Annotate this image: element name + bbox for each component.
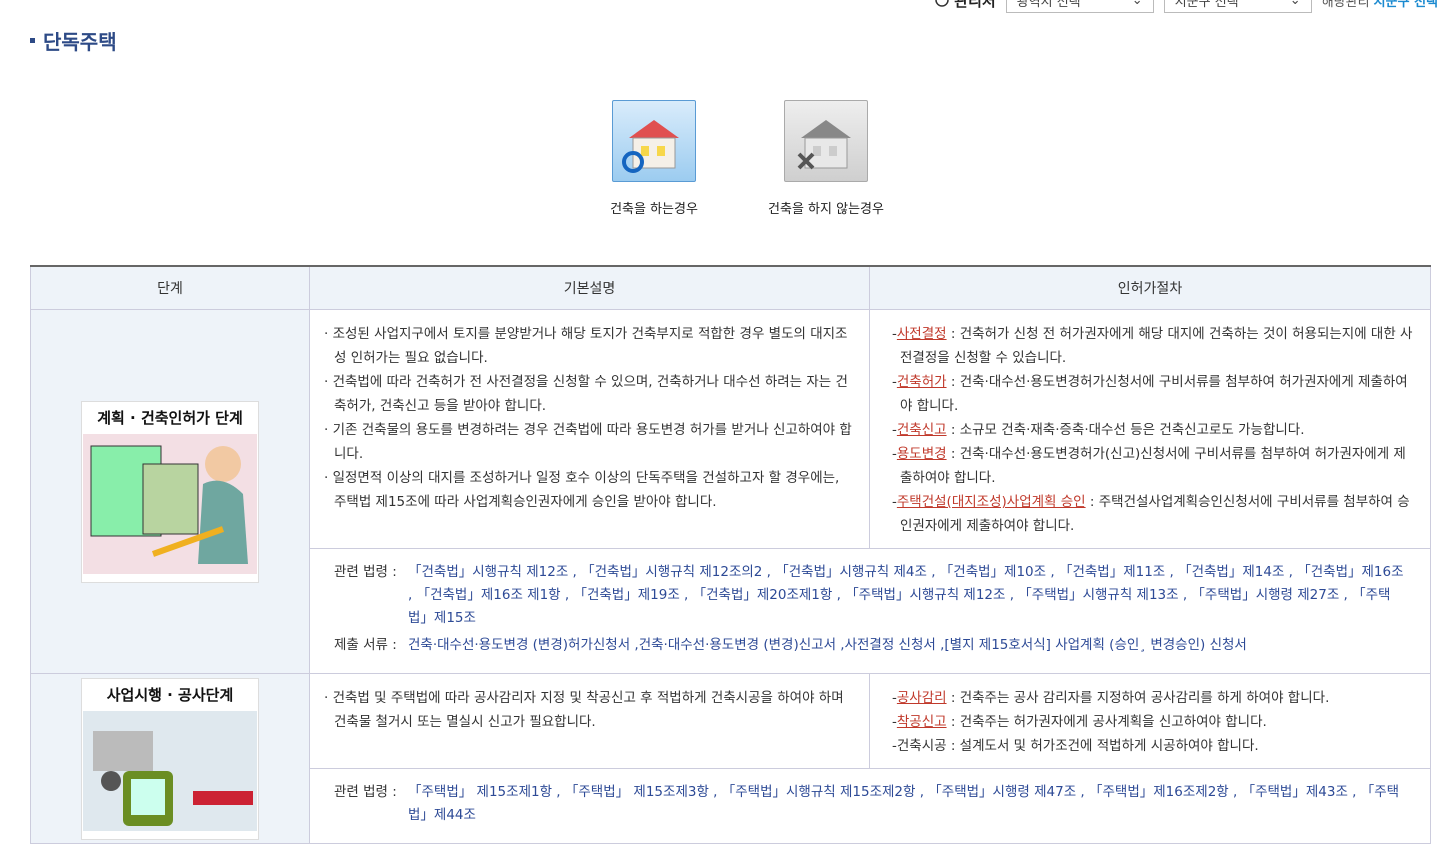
stage-illustration: 사업시행 · 공사단계 [81,677,259,840]
description-cell: · 건축법 및 주택법에 따라 공사감리자 지정 및 착공신고 후 적법하게 건… [309,673,870,769]
procedure-link[interactable]: 사전결정 [897,326,947,342]
stage-caption: 사업시행 · 공사단계 [82,678,258,711]
docs-links[interactable]: 건축·대수선·용도변경 (변경)허가신청서 ,건축·대수선·용도변경 (변경)신… [408,634,1406,657]
related-laws: 관련 법령 : 「주택법」 제15조제1항 , 「주택법」 제15조제3항 , … [334,781,1406,827]
phone-icon [935,0,950,7]
procedure-link[interactable]: 용도변경 [897,446,947,462]
title-bullet [30,38,35,43]
chevron-down-icon: ⌄ [1289,0,1301,8]
stage-cell: 사업시행 · 공사단계 [30,673,310,844]
case-no-build-button[interactable]: 건축을 하지 않는경우 [762,100,890,217]
region-filter-bar: 관리처 광역시 선택 ⌄ 시군구 선택 ⌄ 해당관리 시군구 선택 [934,0,1438,14]
laws-label: 관련 법령 : [334,564,397,580]
header-description: 기본설명 [309,265,870,310]
desc-item: · 건축법 및 주택법에 따라 공사감리자 지정 및 착공신고 후 적법하게 건… [324,690,844,730]
sigungu-select-value: 시군구 선택 [1174,0,1239,10]
procedure-item: -공사감리 : 건축주는 공사 감리자를 지정하여 공사감리를 하게 하여야 합… [892,690,1330,706]
region-label-text: 관리처 [954,0,996,10]
procedure-item: -용도변경 : 건축·대수선·용도변경허가(신고)신청서에 구비서류를 첨부하여… [892,446,1406,486]
stage-caption: 계획 · 건축인허가 단계 [82,401,258,434]
procedure-item: -사전결정 : 건축허가 신청 전 허가권자에게 해당 대지에 건축하는 것이 … [892,326,1413,366]
house-cancel-icon [784,100,868,182]
sido-select[interactable]: 광역시 선택 ⌄ [1005,0,1154,13]
stage-illustration: 계획 · 건축인허가 단계 [81,400,259,583]
case-build-label: 건축을 하는경우 [610,202,698,217]
laws-links[interactable]: 「건축법」시행규칙 제12조 , 「건축법」시행규칙 제12조의2 , 「건축법… [408,561,1406,630]
desc-item: · 조성된 사업지구에서 토지를 분양받거나 해당 토지가 건축부지로 적합한 … [324,326,848,366]
procedure-cell: -사전결정 : 건축허가 신청 전 허가권자에게 해당 대지에 건축하는 것이 … [869,309,1431,549]
law-cell: 관련 법령 : 「건축법」시행규칙 제12조 , 「건축법」시행규칙 제12조의… [309,548,1431,674]
chevron-down-icon: ⌄ [1131,0,1143,8]
procedure-item: -건축허가 : 건축·대수선·용도변경허가신청서에 구비서류를 첨부하여 허가권… [892,374,1408,414]
table-row: 사업시행 · 공사단계 · 건축법 및 주택법에 따라 공사감리자 지정 및 착… [30,673,1431,844]
procedure-item: -건축시공 : 설계도서 및 허가조건에 적법하게 시공하여야 합니다. [892,738,1259,754]
laws-label: 관련 법령 : [334,784,397,800]
case-build-button[interactable]: 건축을 하는경우 [590,100,718,217]
procedure-link[interactable]: 건축신고 [897,422,947,438]
procedure-link[interactable]: 주택건설(대지조성)사업계획 승인 [897,494,1086,510]
sigungu-select[interactable]: 시군구 선택 ⌄ [1163,0,1312,13]
construction-illustration-icon [83,710,257,831]
table-row: 계획 · 건축인허가 단계 · 조성된 사업지구에서 토지를 분양받거나 해당 … [30,309,1431,674]
description-cell: · 조성된 사업지구에서 토지를 분양받거나 해당 토지가 건축부지로 적합한 … [309,309,870,549]
procedure-link[interactable]: 건축허가 [897,374,947,390]
table-header-row: 단계 기본설명 인허가절차 [30,265,1431,310]
planning-illustration-icon [83,433,257,574]
page-title-text: 단독주택 [43,30,117,54]
region-note: 해당관리 시군구 선택 [1321,0,1438,10]
docs-label: 제출 서류 : [334,637,397,653]
laws-links[interactable]: 「주택법」 제15조제1항 , 「주택법」 제15조제3항 , 「주택법」시행규… [408,781,1406,827]
procedure-link[interactable]: 공사감리 [897,690,947,706]
procedure-item: -주택건설(대지조성)사업계획 승인 : 주택건설사업계획승인신청서에 구비서류… [892,494,1410,534]
procedure-table: 단계 기본설명 인허가절차 계획 · 건축인허가 단계 · 조성된 사업지구에서… [30,265,1431,844]
region-label: 관리처 [934,0,996,11]
submit-docs: 제출 서류 : 건축·대수선·용도변경 (변경)허가신청서 ,건축·대수선·용도… [334,634,1406,657]
sido-select-value: 광역시 선택 [1016,0,1081,10]
desc-item: · 건축법에 따라 건축허가 전 사전결정을 신청할 수 있으며, 건축하거나 … [324,374,848,414]
desc-item: · 일정면적 이상의 대지를 조성하거나 일정 호수 이상의 단독주택을 건설하… [324,470,840,510]
procedure-cell: -공사감리 : 건축주는 공사 감리자를 지정하여 공사감리를 하게 하여야 합… [869,673,1431,769]
desc-item: · 기존 건축물의 용도를 변경하려는 경우 건축법에 따라 용도변경 허가를 … [324,422,852,462]
header-stage: 단계 [30,265,310,310]
house-search-icon [612,100,696,182]
header-procedure: 인허가절차 [869,265,1431,310]
procedure-link[interactable]: 착공신고 [897,714,947,730]
case-no-build-label: 건축을 하지 않는경우 [768,202,884,217]
procedure-item: -착공신고 : 건축주는 허가권자에게 공사계획을 신고하여야 합니다. [892,714,1267,730]
law-cell: 관련 법령 : 「주택법」 제15조제1항 , 「주택법」 제15조제3항 , … [309,768,1431,844]
procedure-item: -건축신고 : 소규모 건축·재축·증축·대수선 등은 건축신고로도 가능합니다… [892,422,1305,438]
related-laws: 관련 법령 : 「건축법」시행규칙 제12조 , 「건축법」시행규칙 제12조의… [334,561,1406,630]
stage-cell: 계획 · 건축인허가 단계 [30,309,310,674]
case-selector: 건축을 하는경우 건축을 하지 않는경우 [590,100,890,217]
page-title: 단독주택 [30,26,117,55]
